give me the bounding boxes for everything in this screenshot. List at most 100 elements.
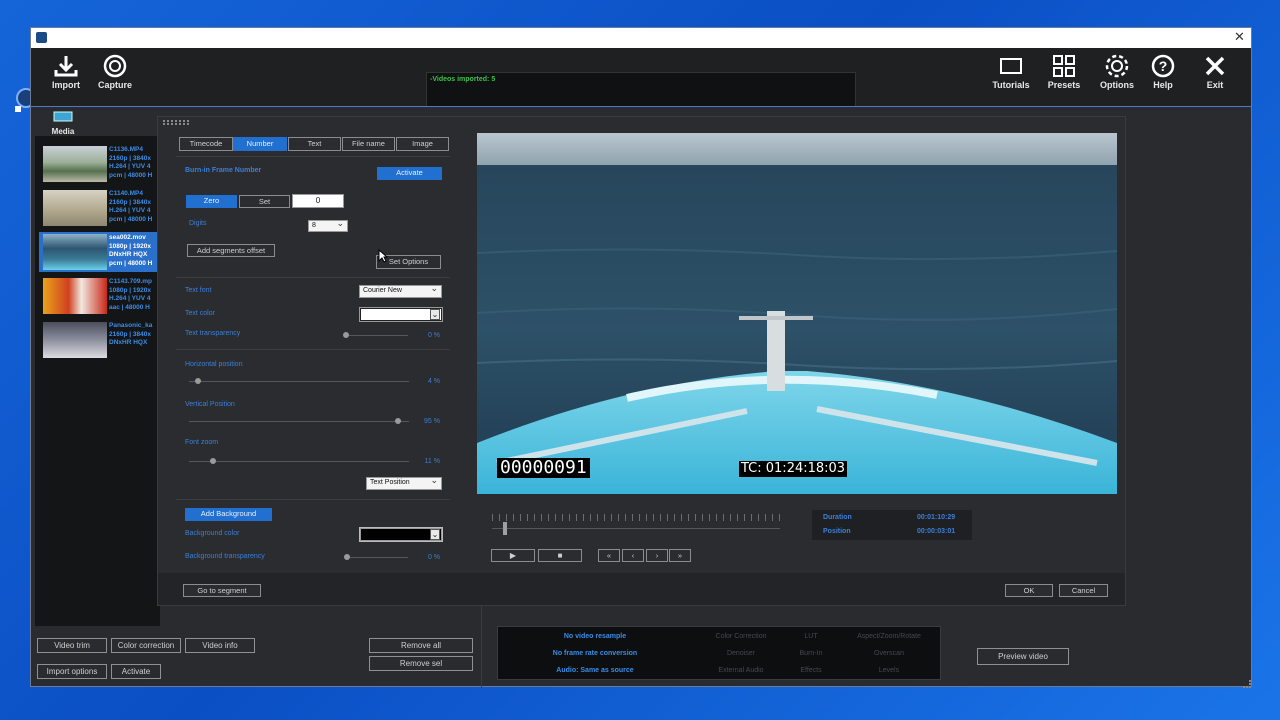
media-info: H.264 | YUV 4 — [109, 163, 151, 170]
position-value: 00:00:03:01 — [917, 528, 956, 535]
activate-button-bottom[interactable]: Activate — [111, 664, 161, 679]
tutorials-icon — [1000, 58, 1022, 74]
remove-all-button[interactable]: Remove all — [369, 638, 473, 653]
background-transparency-value: 0 % — [427, 554, 440, 561]
chevron-down-icon[interactable]: ⌄ — [430, 309, 440, 320]
help-label: Help — [1153, 80, 1173, 90]
remove-sel-button[interactable]: Remove sel — [369, 656, 473, 671]
title-bar: ✕ — [31, 28, 1251, 48]
text-transparency-label: Text transparency — [185, 330, 241, 337]
status-item: LUT — [804, 633, 818, 640]
log-message: -Videos imported: 5 — [430, 76, 496, 83]
background-transparency-label: Background transparency — [185, 553, 265, 560]
dialog-footer — [158, 573, 1125, 605]
status-item: Overscan — [874, 650, 904, 657]
font-zoom-label: Font zoom — [185, 439, 219, 446]
font-zoom-track — [189, 461, 409, 462]
media-list: C1136.MP4 2160p | 3840x H.264 | YUV 4 pcm |… — [35, 136, 160, 626]
media-icon — [53, 111, 73, 122]
text-transparency-slider[interactable] — [343, 332, 349, 338]
close-window-icon[interactable]: ✕ — [1234, 29, 1245, 45]
media-info: DNxHR HQX — [109, 251, 148, 258]
burn-in-dialog: Timecode Number Text File name Image Bur… — [157, 116, 1126, 606]
tab-file-name[interactable]: File name — [342, 137, 395, 151]
background-transparency-track — [346, 557, 408, 558]
font-zoom-slider[interactable] — [210, 458, 217, 464]
thumbnail — [43, 146, 107, 182]
media-item[interactable]: Panasonic_ka 2160p | 3840x DNxHR HQX — [39, 320, 160, 360]
tab-text[interactable]: Text — [288, 137, 341, 151]
capture-button[interactable]: Capture — [89, 48, 141, 104]
tab-timecode[interactable]: Timecode — [179, 137, 233, 151]
text-position-select[interactable]: Text Position — [366, 475, 442, 490]
frame-number-overlay: 00000091 — [497, 458, 590, 478]
stop-button[interactable]: ■ — [538, 549, 582, 562]
import-button[interactable]: Import — [40, 48, 92, 104]
timeline-playhead[interactable] — [503, 522, 507, 535]
media-name: Panasonic_ka — [109, 322, 153, 329]
cancel-button[interactable]: Cancel — [1059, 584, 1108, 597]
media-info: pcm | 48000 H — [109, 259, 153, 267]
chevron-down-icon[interactable]: ⌄ — [430, 529, 440, 540]
help-icon: ? — [1151, 54, 1175, 78]
video-trim-button[interactable]: Video trim — [37, 638, 107, 653]
exit-label: Exit — [1206, 80, 1224, 90]
divider — [176, 499, 450, 500]
vertical-position-slider[interactable] — [395, 418, 401, 424]
timeline-track — [492, 528, 780, 529]
set-button[interactable]: Set — [239, 195, 290, 208]
text-transparency-value: 0 % — [427, 332, 440, 339]
rewind-fast-button[interactable]: « — [598, 549, 620, 562]
tab-image[interactable]: Image — [396, 137, 449, 151]
media-item-selected[interactable]: sea002.mov 1080p | 1920x DNxHR HQX pcm | 48… — [39, 232, 160, 272]
ok-button[interactable]: OK — [1005, 584, 1053, 597]
text-font-select[interactable]: Courier New — [359, 283, 442, 298]
background-transparency-slider[interactable] — [344, 554, 350, 560]
horizontal-position-slider[interactable] — [194, 378, 201, 384]
processing-summary: No video resample No frame rate conversi… — [497, 626, 941, 680]
presets-button[interactable]: Presets — [1038, 48, 1090, 104]
media-info: 1080p | 1920x — [109, 242, 151, 250]
video-info-button[interactable]: Video info — [185, 638, 255, 653]
zero-button[interactable]: Zero — [186, 195, 237, 208]
options-button[interactable]: Options — [1091, 48, 1143, 104]
font-zoom-value: 11 % — [424, 458, 440, 465]
preview-video-button[interactable]: Preview video — [977, 648, 1069, 665]
add-background-button[interactable]: Add Background — [185, 508, 272, 521]
activate-button[interactable]: Activate — [377, 167, 442, 180]
add-segments-offset-button[interactable]: Add segments offset — [187, 244, 275, 257]
forward-fast-button[interactable]: » — [669, 549, 691, 562]
status-item: Aspect/Zoom/Rotate — [857, 633, 921, 640]
import-options-button[interactable]: Import options — [37, 664, 107, 679]
media-item[interactable]: C1136.MP4 2160p | 3840x H.264 | YUV 4 pcm |… — [39, 144, 160, 184]
tutorials-button[interactable]: Tutorials — [985, 48, 1037, 104]
media-info: pcm | 48000 H — [109, 171, 153, 179]
media-info: pcm | 48000 H — [109, 215, 153, 223]
tab-number[interactable]: Number — [233, 137, 287, 151]
app-window: ✕ Import Capture -Videos imported: 5 Tut… — [30, 27, 1252, 688]
presets-label: Presets — [1047, 80, 1081, 90]
color-correction-button[interactable]: Color correction — [111, 638, 181, 653]
go-to-segment-button[interactable]: Go to segment — [183, 584, 261, 597]
capture-icon — [103, 54, 127, 78]
divider — [176, 156, 450, 157]
media-item[interactable]: C1143.709.mp 1080p | 1920x H.264 | YUV 4 aa… — [39, 276, 160, 316]
status-item: Effects — [800, 667, 822, 674]
media-item[interactable]: C1140.MP4 2160p | 3840x H.264 | YUV 4 pcm |… — [39, 188, 160, 228]
presets-icon — [1053, 55, 1075, 77]
resize-grip-icon[interactable] — [1243, 680, 1251, 688]
tab-media[interactable]: Media — [43, 109, 83, 136]
digits-select[interactable]: 8 — [308, 218, 348, 232]
timecode-overlay: TC: 01:24:18:03 — [739, 461, 848, 477]
status-item: Denoiser — [726, 650, 755, 657]
video-preview: 00000091 TC: 01:24:18:03 — [477, 133, 1117, 494]
thumbnail — [43, 190, 107, 226]
exit-button[interactable]: Exit — [1189, 48, 1241, 104]
step-back-button[interactable]: ‹ — [622, 549, 644, 562]
play-button[interactable]: ▶ — [491, 549, 535, 562]
step-forward-button[interactable]: › — [646, 549, 668, 562]
number-input[interactable]: 0 — [292, 194, 344, 208]
help-button[interactable]: ? Help — [1137, 48, 1189, 104]
media-info: H.264 | YUV 4 — [109, 295, 151, 302]
drag-handle[interactable] — [163, 120, 189, 125]
